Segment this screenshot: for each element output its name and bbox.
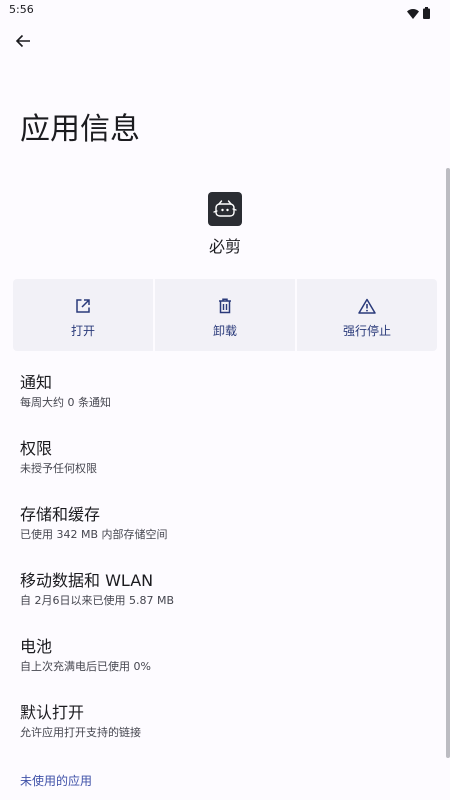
open-button-label: 打开 (70, 324, 95, 338)
status-time: 5:56 (9, 3, 34, 16)
bijian-app-icon (208, 192, 242, 226)
app-name: 必剪 (208, 237, 241, 256)
unused-apps-link[interactable]: 未使用的应用 (20, 772, 92, 790)
setting-notifications[interactable]: 通知 每周大约 0 条通知 (0, 362, 450, 428)
setting-title: 权限 (20, 439, 53, 458)
wifi-icon (407, 4, 419, 23)
setting-mobile-data[interactable]: 移动数据和 WLAN 自 2月6日以来已使用 5.87 MB (0, 560, 450, 626)
page-title: 应用信息 (20, 112, 140, 147)
setting-title: 默认打开 (20, 703, 85, 722)
status-bar: 5:56 (0, 0, 450, 20)
force-stop-button-label: 强行停止 (342, 324, 391, 338)
status-icons (407, 4, 430, 23)
setting-summary: 未授予任何权限 (20, 462, 97, 475)
arrow-left-icon (15, 33, 31, 53)
action-bar: 打开 卸载 强行停止 (13, 279, 437, 351)
setting-title: 存储和缓存 (20, 505, 101, 524)
setting-battery[interactable]: 电池 自上次充满电后已使用 0% (0, 626, 450, 692)
setting-storage[interactable]: 存储和缓存 已使用 342 MB 内部存储空间 (0, 494, 450, 560)
setting-title: 电池 (20, 637, 53, 656)
scrollbar[interactable] (446, 168, 450, 758)
settings-list: 通知 每周大约 0 条通知 权限 未授予任何权限 存储和缓存 已使用 342 M… (0, 362, 450, 758)
warning-icon (357, 296, 377, 316)
setting-open-by-default[interactable]: 默认打开 允许应用打开支持的链接 (0, 692, 450, 758)
open-button[interactable]: 打开 (13, 279, 153, 351)
trash-icon (215, 296, 235, 316)
open-external-icon (73, 296, 93, 316)
setting-summary: 自上次充满电后已使用 0% (20, 660, 151, 673)
setting-permissions[interactable]: 权限 未授予任何权限 (0, 428, 450, 494)
setting-summary: 允许应用打开支持的链接 (20, 726, 141, 739)
setting-title: 通知 (20, 373, 53, 392)
battery-icon (423, 4, 430, 23)
back-button[interactable] (10, 30, 36, 56)
uninstall-button[interactable]: 卸载 (155, 279, 295, 351)
setting-summary: 每周大约 0 条通知 (20, 396, 111, 409)
setting-summary: 自 2月6日以来已使用 5.87 MB (20, 594, 175, 607)
uninstall-button-label: 卸载 (212, 324, 237, 338)
setting-summary: 已使用 342 MB 内部存储空间 (20, 528, 168, 541)
setting-title: 移动数据和 WLAN (20, 571, 154, 590)
force-stop-button[interactable]: 强行停止 (297, 279, 437, 351)
